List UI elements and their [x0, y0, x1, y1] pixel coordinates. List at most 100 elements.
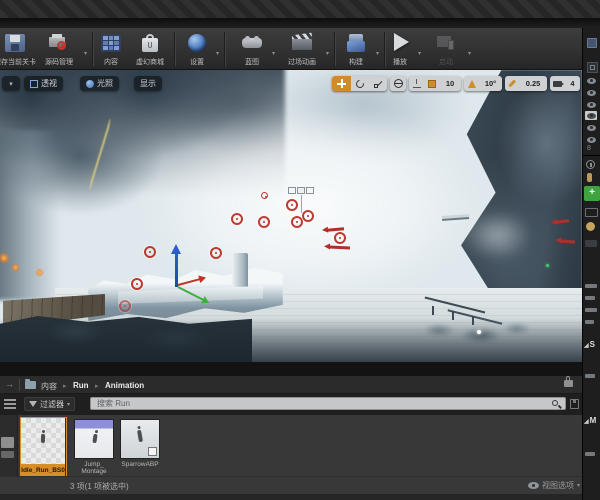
level-viewport[interactable]: ▾ 透视 光照 显示 10 10° 0.25 4 [0, 70, 582, 362]
lit-mode-button[interactable]: 光照 [80, 76, 119, 91]
target-point-actor[interactable] [261, 192, 268, 199]
play-label: 播放 [393, 59, 407, 66]
edit-blueprint-button-edge[interactable] [585, 208, 598, 217]
target-point-actor[interactable] [258, 216, 270, 228]
breadcrumb-separator-line [19, 379, 20, 391]
launch-button[interactable]: 启动 [426, 30, 466, 68]
eye-icon [586, 112, 596, 119]
camera-speed-button[interactable] [550, 76, 565, 91]
filters-button[interactable]: 过滤器 ▾ [24, 397, 76, 411]
target-point-actor[interactable] [131, 278, 143, 290]
move-tool-button[interactable] [332, 76, 351, 91]
content-browser-button[interactable]: 内容 [92, 30, 130, 68]
scale-snap-toggle-button[interactable] [505, 76, 519, 91]
build-dropdown-icon[interactable]: ▾ [376, 50, 379, 57]
source-control-icon [48, 34, 68, 52]
blueprints-button[interactable]: 蓝图 [230, 30, 274, 68]
filters-label: 过滤器 [40, 399, 64, 409]
target-point-actor[interactable] [210, 247, 222, 259]
breadcrumb-sep-icon: ▸ [95, 383, 99, 390]
asset-tile-idle-run[interactable]: Idle_Run_BS0 [20, 417, 67, 479]
cb-status-bar: 3 项(1 项被选中) 视图选项 ▾ [0, 476, 582, 494]
world-local-toggle-button[interactable] [390, 76, 406, 91]
rotate-tool-button[interactable] [351, 76, 369, 91]
outliner-visibility-toggle[interactable] [585, 100, 597, 109]
content-icon [101, 34, 121, 52]
details-section-m[interactable]: ◢M [584, 416, 596, 425]
blueprint-tool-icon[interactable] [586, 222, 595, 231]
marketplace-button[interactable]: 虚幻商城 [128, 30, 172, 68]
launch-dropdown-icon[interactable]: ▾ [468, 50, 471, 57]
outliner-visibility-toggle-selected[interactable] [585, 111, 597, 120]
build-label: 构建 [349, 59, 363, 66]
sources-strip-handle[interactable] [1, 437, 14, 448]
target-point-actor[interactable] [119, 300, 131, 312]
asset-tile-jump-montage[interactable]: Jump_ Montage [74, 419, 114, 479]
perspective-button[interactable]: 透视 [24, 76, 63, 91]
transform-tools-group [332, 76, 387, 91]
source-control-dropdown-icon[interactable]: ▾ [84, 50, 87, 57]
outliner-visibility-toggle[interactable] [585, 135, 597, 144]
target-point-actor[interactable] [144, 246, 156, 258]
target-point-actor[interactable] [291, 216, 303, 228]
dock-tab-icon[interactable] [587, 38, 597, 48]
camera-speed-value-button[interactable]: 4 [565, 76, 580, 91]
thumbnail-figure [92, 433, 98, 444]
dock-splitter[interactable] [0, 362, 582, 376]
toolbar-separator [334, 32, 335, 66]
breadcrumb-animation[interactable]: Animation [105, 381, 144, 390]
target-point-actor[interactable] [231, 213, 243, 225]
details-section-s[interactable]: ◢S [584, 340, 595, 349]
show-flags-button[interactable]: 显示 [134, 76, 162, 91]
settings-dropdown-icon[interactable]: ▾ [216, 50, 219, 57]
outliner-visibility-toggle[interactable] [585, 88, 597, 97]
cinematics-dropdown-icon[interactable]: ▾ [326, 50, 329, 57]
details-info-icon [586, 160, 595, 169]
build-button[interactable]: 构建 [336, 30, 376, 68]
asset-tile-sparrowabp[interactable]: SparrowABP [120, 419, 160, 479]
cinematics-button[interactable]: 过场动画 [278, 30, 326, 68]
flame-glow [35, 268, 44, 277]
save-icon [5, 34, 25, 52]
target-point-actor[interactable] [334, 232, 346, 244]
titlebar-shadow [0, 18, 600, 28]
scale-snap-value-button[interactable]: 0.25 [519, 76, 547, 91]
surface-snap-button[interactable] [409, 76, 424, 91]
outliner-visibility-toggle[interactable] [585, 123, 597, 132]
play-button[interactable]: 播放 [382, 30, 418, 68]
target-point-actor[interactable] [302, 210, 314, 222]
add-component-button[interactable]: + [584, 186, 600, 201]
grid-snap-value-button[interactable]: 10 [439, 76, 461, 91]
perspective-icon [30, 79, 38, 88]
maximize-viewport-icon[interactable] [587, 62, 598, 73]
breadcrumb-root[interactable]: 内容 [41, 381, 57, 392]
scene-railing-post [432, 306, 434, 315]
breadcrumb-run[interactable]: Run [73, 381, 89, 390]
details-key-icon [587, 173, 592, 182]
gizmo-z-axis[interactable] [175, 253, 178, 287]
outliner-visibility-toggle[interactable] [585, 76, 597, 85]
rotation-snap-value-button[interactable]: 10° [479, 76, 502, 91]
source-control-button[interactable]: 源码管理 [36, 30, 82, 68]
viewport-options-button[interactable]: ▾ [2, 76, 20, 91]
save-button[interactable]: 保存当前关卡 [0, 30, 38, 68]
scale-tool-button[interactable] [369, 76, 387, 91]
grid-snap-toggle-button[interactable] [424, 76, 439, 91]
scale-snap-group: 0.25 [505, 76, 547, 91]
search-input[interactable] [90, 397, 566, 410]
blueprints-icon [242, 36, 262, 50]
rotation-snap-toggle-button[interactable] [464, 76, 479, 91]
sources-strip-handle2[interactable] [1, 451, 14, 458]
history-forward-icon[interactable]: → [5, 379, 14, 389]
target-point-actor[interactable] [286, 199, 298, 211]
scene-railing-post [452, 311, 454, 320]
play-dropdown-icon[interactable]: ▾ [418, 50, 421, 57]
asset-thumbnail [120, 419, 160, 459]
save-search-icon[interactable] [570, 399, 579, 409]
lock-icon[interactable] [564, 376, 573, 387]
blueprints-dropdown-icon[interactable]: ▾ [272, 50, 275, 57]
view-options-button[interactable]: 视图选项 ▾ [528, 480, 580, 491]
green-actor-dot [546, 264, 549, 267]
settings-button[interactable]: 设置 [176, 30, 218, 68]
sources-panel-toggle-icon[interactable] [4, 399, 16, 409]
